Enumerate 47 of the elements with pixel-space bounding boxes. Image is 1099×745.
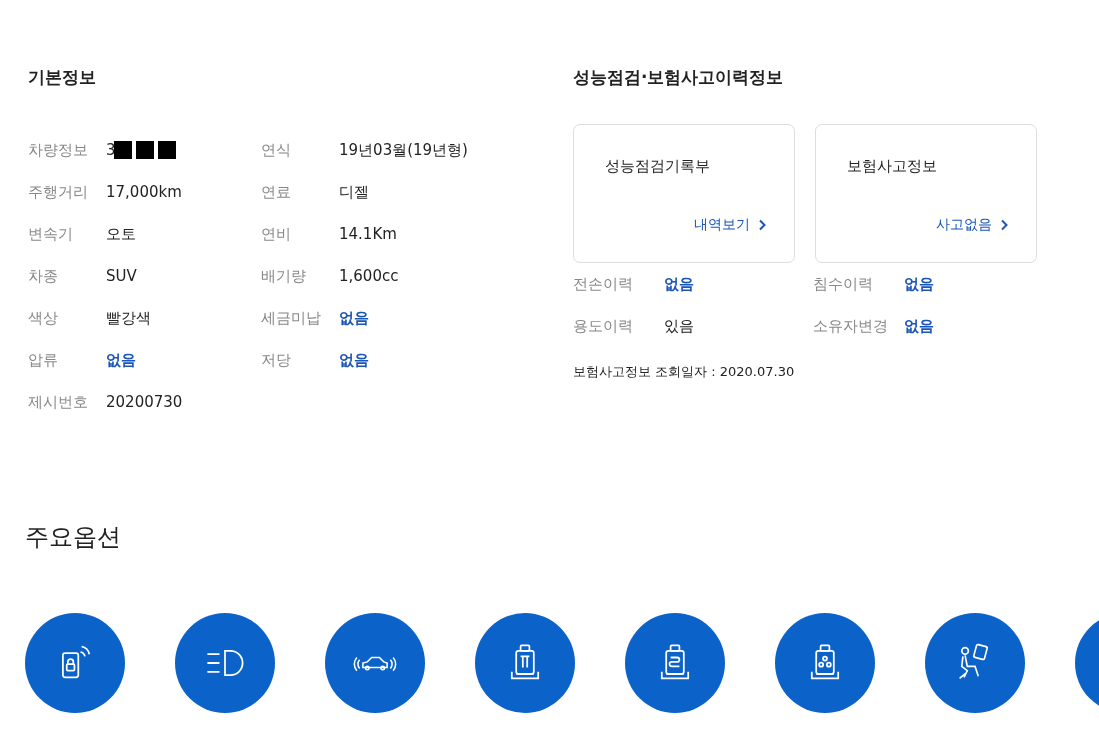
card-link[interactable]: 내역보기: [694, 216, 766, 234]
field-label: 제시번호: [28, 392, 89, 412]
field-label: 침수이력: [813, 274, 874, 294]
field-value: 디젤: [339, 182, 369, 202]
field-label: 연식: [261, 140, 292, 160]
field-value: 빨강색: [106, 308, 151, 328]
field-value: 없음: [904, 316, 934, 336]
field-label: 배기량: [261, 266, 307, 286]
field-value: SUV: [106, 267, 137, 285]
field-value: 3: [106, 141, 116, 159]
field-value: 있음: [664, 316, 694, 336]
field-label: 연료: [261, 182, 292, 202]
field-value: 19년03월(19년형): [339, 140, 468, 160]
field-value: 20200730: [106, 393, 183, 411]
field-value: 14.1Km: [339, 225, 397, 243]
card-title: 성능점검기록부: [605, 157, 711, 176]
field-label: 전손이력: [573, 274, 634, 294]
section-title: 성능점검·보험사고이력정보: [573, 66, 785, 89]
field-value: 없음: [339, 350, 369, 370]
field-value: 없음: [904, 274, 934, 294]
field-value: 없음: [664, 274, 694, 294]
field-value: 17,000km: [106, 183, 182, 201]
field-label: 주행거리: [28, 182, 89, 202]
chevron-icon: [1000, 219, 1008, 231]
field-value: 1,600cc: [339, 267, 399, 285]
field-label: 색상: [28, 308, 59, 328]
chevron-icon: [758, 219, 766, 231]
card-title: 보험사고정보: [847, 157, 938, 176]
info-card[interactable]: 보험사고정보 사고없음: [815, 124, 1037, 263]
field-label: 차량정보: [28, 140, 89, 160]
field-label: 소유자변경: [813, 316, 889, 336]
redaction-mark: [113, 141, 176, 159]
field-label: 용도이력: [573, 316, 634, 336]
field-value: 없음: [339, 308, 369, 328]
field-value: 오토: [106, 224, 136, 244]
field-label: 차종: [28, 266, 59, 286]
field-value: 없음: [106, 350, 136, 370]
field-label: 세금미납: [261, 308, 322, 328]
field-label: 저당: [261, 350, 292, 370]
section-title: 주요옵션: [25, 522, 122, 553]
field-label: 연비: [261, 224, 292, 244]
field-label: 압류: [28, 350, 59, 370]
section-title: 기본정보: [28, 66, 97, 89]
card-link[interactable]: 사고없음: [936, 216, 1008, 234]
info-card[interactable]: 성능점검기록부 내역보기: [573, 124, 795, 263]
lookup-date-note: 보험사고정보 조회일자 : 2020.07.30: [573, 363, 796, 381]
field-label: 변속기: [28, 224, 74, 244]
